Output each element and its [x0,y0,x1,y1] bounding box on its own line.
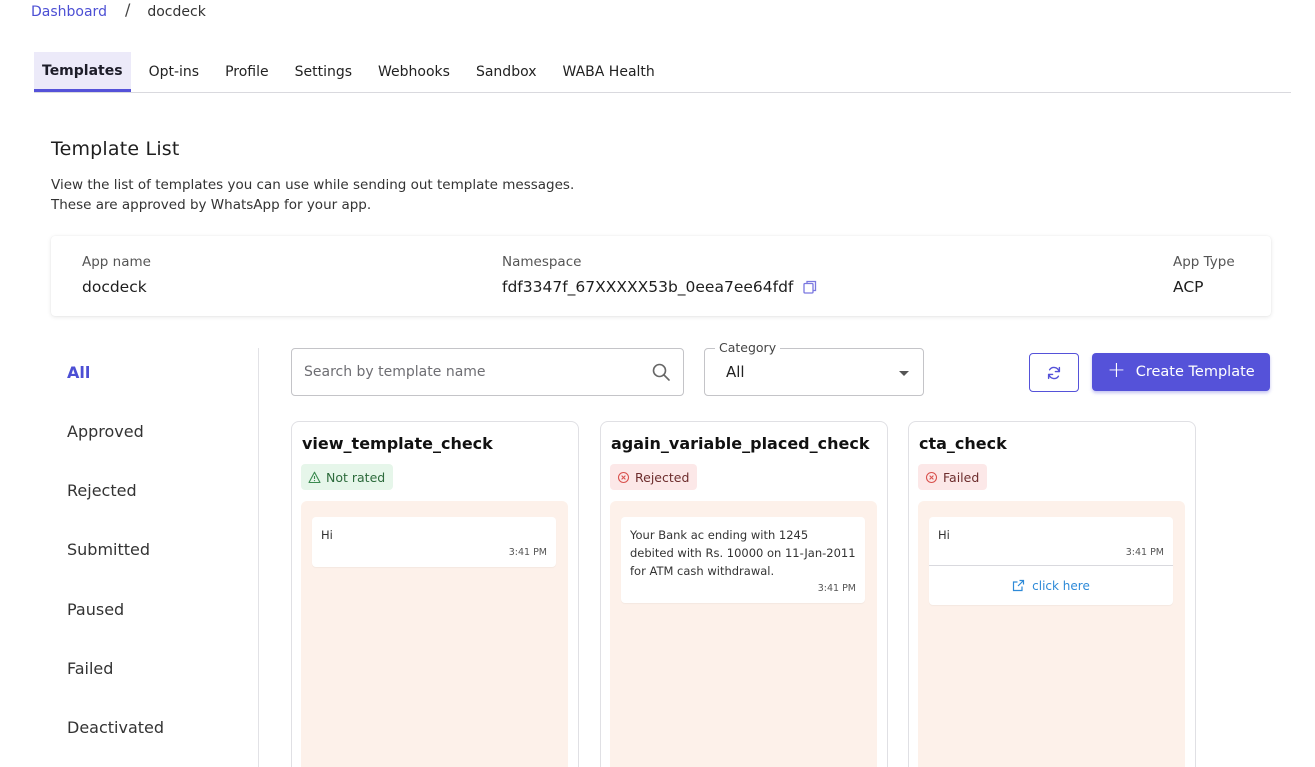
breadcrumb-separator: / [124,0,131,19]
page-title: Template List [51,138,180,160]
chevron-down-icon [899,371,909,376]
refresh-button[interactable] [1029,353,1079,392]
status-badge: Not rated [301,464,394,490]
message-preview: Hi 3:41 PM [301,501,568,767]
filter-failed[interactable]: Failed [67,659,113,678]
template-card[interactable]: cta_check Failed Hi 3:41 PM click here [908,421,1196,767]
breadcrumb-current: docdeck [147,3,206,20]
template-name: cta_check [919,434,1007,453]
template-card[interactable]: view_template_check Not rated Hi 3:41 PM [291,421,579,767]
tab-sandbox[interactable]: Sandbox [476,52,537,92]
page-description: View the list of templates you can use w… [51,175,574,215]
template-card[interactable]: again_variable_placed_check Rejected You… [600,421,888,767]
breadcrumb-dashboard-link[interactable]: Dashboard [31,4,107,20]
namespace-row: fdf3347f_67XXXXX53b_0eea7ee64fdf [502,278,817,296]
copy-icon[interactable] [803,280,817,294]
tab-waba-health[interactable]: WABA Health [563,52,655,92]
tab-webhooks[interactable]: Webhooks [378,52,450,92]
description-line-1: View the list of templates you can use w… [51,177,575,193]
status-filter-list: All Approved Rejected Submitted Paused F… [51,348,259,767]
category-value: All [726,363,745,381]
external-link-icon [1012,579,1025,592]
status-text: Failed [943,469,980,485]
tab-templates[interactable]: Templates [34,52,131,92]
tab-bar: Templates Opt-ins Profile Settings Webho… [34,52,1291,93]
message-preview: Hi 3:41 PM click here [918,501,1185,767]
filter-all[interactable]: All [67,363,90,382]
status-text: Rejected [635,469,690,485]
refresh-icon [1047,366,1061,379]
search-input[interactable] [304,364,651,380]
description-line-2: These are approved by WhatsApp for your … [51,197,372,213]
tab-opt-ins[interactable]: Opt-ins [149,52,200,92]
status-badge: Failed [918,464,988,490]
namespace-value: fdf3347f_67XXXXX53b_0eea7ee64fdf [502,278,794,296]
x-circle-icon [617,471,630,484]
tab-profile[interactable]: Profile [225,52,269,92]
app-info-card: App name docdeck Namespace fdf3347f_67XX… [51,236,1271,316]
tab-settings[interactable]: Settings [295,52,352,92]
plus-icon: + [1107,358,1126,383]
status-text: Not rated [326,469,386,485]
app-name-block: App name docdeck [82,254,151,296]
filter-rejected[interactable]: Rejected [67,481,137,500]
app-name-value: docdeck [82,278,147,296]
search-field [291,348,684,396]
create-template-button[interactable]: + Create Template [1092,353,1270,391]
cta-button[interactable]: click here [929,565,1173,605]
message-time: 3:41 PM [817,583,856,594]
create-template-label: Create Template [1135,364,1255,380]
breadcrumb: Dashboard / docdeck [31,0,206,21]
message-time: 3:41 PM [508,547,547,558]
app-type-block: App Type ACP [1173,254,1235,296]
app-type-label: App Type [1173,254,1235,270]
namespace-label: Namespace [502,254,582,270]
template-name: view_template_check [302,434,493,453]
filter-approved[interactable]: Approved [67,422,144,441]
message-bubble: Your Bank ac ending with 1245 debited wi… [621,517,865,603]
template-name: again_variable_placed_check [611,434,870,453]
category-select[interactable]: Category All [704,340,924,396]
category-label: Category [715,340,781,355]
namespace-block: Namespace fdf3347f_67XXXXX53b_0eea7ee64f… [502,254,817,296]
message-text: Hi [938,528,950,542]
message-time: 3:41 PM [1125,547,1164,558]
app-type-value: ACP [1173,278,1204,296]
message-preview: Your Bank ac ending with 1245 debited wi… [610,501,877,767]
warning-triangle-icon [308,471,321,484]
message-bubble: Hi 3:41 PM [312,517,556,567]
x-circle-icon [925,471,938,484]
status-badge: Rejected [610,464,698,490]
search-icon[interactable] [651,362,671,382]
message-text: Your Bank ac ending with 1245 debited wi… [630,528,856,578]
filter-paused[interactable]: Paused [67,600,124,619]
message-text: Hi [321,528,333,542]
filter-deactivated[interactable]: Deactivated [67,718,164,737]
cta-label: click here [1032,578,1090,593]
message-bubble: Hi 3:41 PM click here [929,517,1173,605]
app-name-label: App name [82,254,151,270]
filter-submitted[interactable]: Submitted [67,540,150,559]
